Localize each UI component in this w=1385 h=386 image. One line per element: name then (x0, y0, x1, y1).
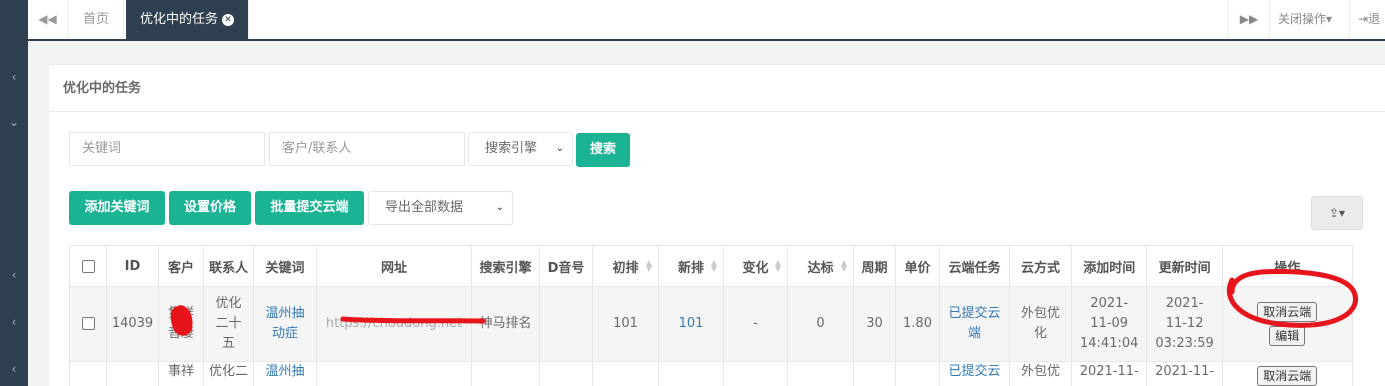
redaction-strike (340, 316, 486, 324)
annotation-overlay (170, 269, 1358, 336)
highlight-circle (1226, 269, 1358, 328)
redaction-blob (170, 305, 193, 336)
